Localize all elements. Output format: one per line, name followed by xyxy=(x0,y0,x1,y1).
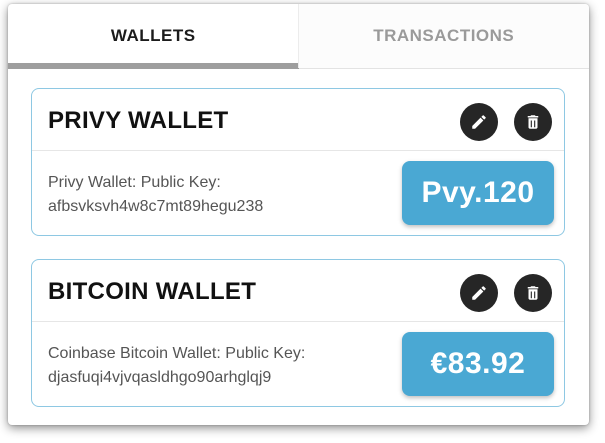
wallet-title: PRIVY WALLET xyxy=(48,107,229,134)
active-tab-indicator xyxy=(8,63,299,69)
delete-wallet-button[interactable] xyxy=(514,274,552,312)
pencil-icon xyxy=(472,286,486,300)
wallet-description-line1: Coinbase Bitcoin Wallet: Public Key: xyxy=(48,345,306,362)
wallet-title: BITCOIN WALLET xyxy=(48,278,257,305)
trash-icon xyxy=(527,115,539,129)
wallet-card-header: BITCOIN WALLET xyxy=(32,260,564,322)
delete-wallet-button[interactable] xyxy=(514,103,552,141)
tab-wallets[interactable]: WALLETS xyxy=(8,4,299,69)
tab-transactions[interactable]: TRANSACTIONS xyxy=(298,4,589,68)
wallet-card-bitcoin: BITCOIN WALLET Coinbase Bitcoin Wallet: … xyxy=(31,259,565,407)
tab-bar: WALLETS TRANSACTIONS xyxy=(8,4,589,69)
pencil-icon xyxy=(472,115,486,129)
wallet-balance-button[interactable]: €83.92 xyxy=(402,332,554,396)
wallet-app-panel: WALLETS TRANSACTIONS PRIVY WALLET Privy … xyxy=(8,4,589,425)
wallet-card-header: PRIVY WALLET xyxy=(32,89,564,151)
tab-divider xyxy=(298,4,299,68)
tab-wallets-label: WALLETS xyxy=(110,26,196,45)
wallet-public-key: djasfuqi4vjvqasldhgo90arhglqj9 xyxy=(48,369,272,386)
wallet-description: Privy Wallet: Public Key: afbsvksvh4w8c7… xyxy=(48,171,263,219)
trash-icon xyxy=(527,286,539,300)
wallet-description-line1: Privy Wallet: Public Key: xyxy=(48,174,221,191)
edit-wallet-button[interactable] xyxy=(460,103,498,141)
edit-wallet-button[interactable] xyxy=(460,274,498,312)
wallet-public-key: afbsvksvh4w8c7mt89hegu238 xyxy=(48,198,264,215)
wallet-card-privy: PRIVY WALLET Privy Wallet: Public Key: a… xyxy=(31,88,565,236)
wallet-description: Coinbase Bitcoin Wallet: Public Key: dja… xyxy=(48,342,305,390)
wallet-balance-button[interactable]: Pvy.120 xyxy=(402,161,554,225)
tab-transactions-label: TRANSACTIONS xyxy=(373,26,515,45)
